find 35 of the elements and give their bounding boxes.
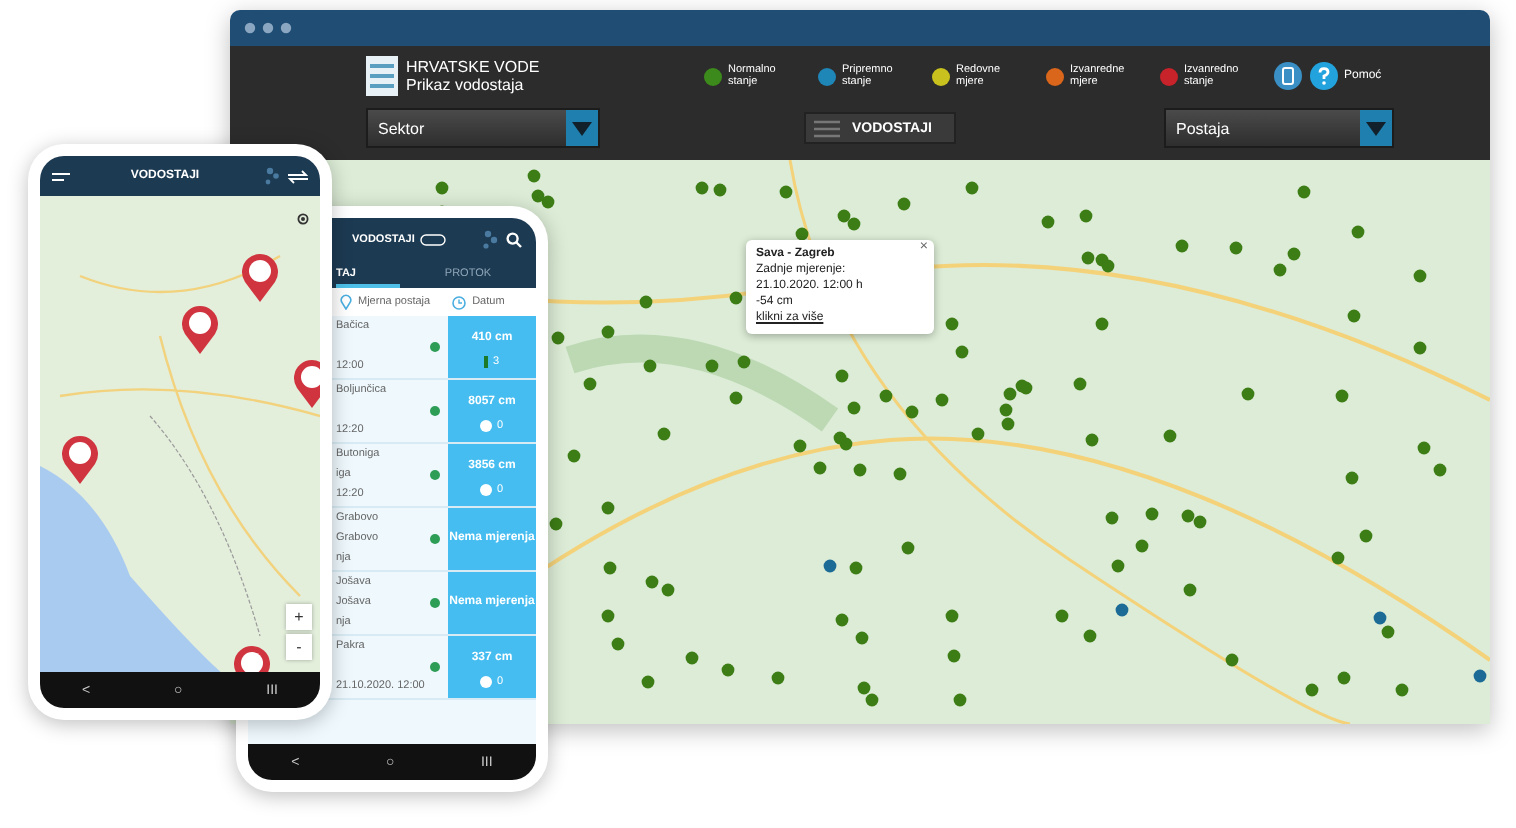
level-bar-icon — [484, 355, 489, 367]
steady-dot-icon — [480, 419, 493, 431]
logo-text: Prikaz vodostaja — [406, 76, 526, 94]
location-icon[interactable] — [296, 212, 310, 226]
status-dot-icon — [430, 342, 440, 352]
list-icon — [814, 119, 840, 137]
pin-icon — [340, 294, 352, 310]
map-pin-icon[interactable] — [240, 252, 280, 304]
swap-icon[interactable] — [288, 169, 308, 183]
water-logo-icon — [366, 56, 398, 96]
status-dot-icon — [430, 470, 440, 480]
search-icon[interactable] — [506, 232, 522, 248]
map-pin-icon[interactable] — [292, 358, 320, 410]
phone-icon[interactable] — [1274, 62, 1302, 90]
map-pin-icon[interactable] — [60, 434, 100, 486]
steady-dot-icon — [480, 483, 493, 495]
window-controls-icon[interactable] — [244, 22, 296, 34]
status-dot-icon — [430, 406, 440, 416]
badge-icon — [420, 234, 447, 246]
menu-icon[interactable] — [52, 171, 70, 181]
sector-select[interactable]: Sektor — [366, 108, 600, 148]
caret-icon — [1366, 121, 1386, 135]
logo-text: HRVATSKE VODE — [406, 58, 540, 76]
clock-icon — [452, 295, 467, 309]
dots-icon[interactable] — [260, 166, 280, 186]
help-icon[interactable] — [1310, 62, 1338, 90]
caret-icon — [572, 121, 592, 135]
status-dot-icon — [430, 662, 440, 672]
map-pin-icon[interactable] — [180, 304, 220, 356]
status-dot-icon — [430, 598, 440, 608]
zoom-out-button[interactable]: - — [286, 634, 312, 660]
station-select[interactable]: Postaja — [1164, 108, 1394, 148]
steady-dot-icon — [480, 675, 493, 687]
status-dot-icon — [430, 534, 440, 544]
zoom-in-button[interactable]: + — [286, 604, 312, 630]
